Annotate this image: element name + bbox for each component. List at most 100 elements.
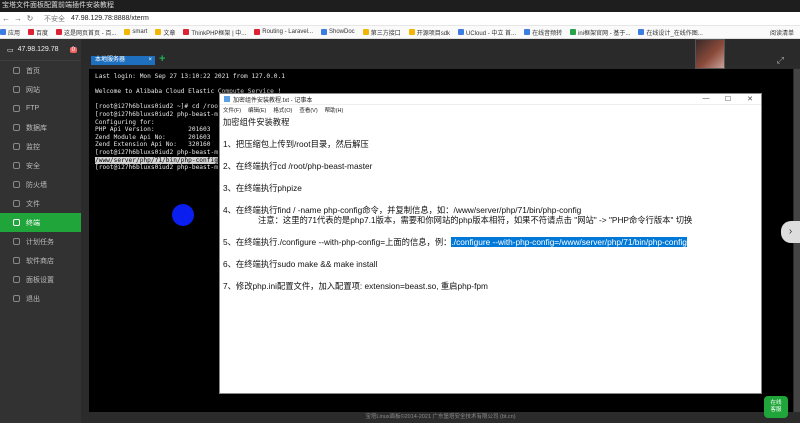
bookmark-showdoc[interactable]: ShowDoc — [321, 29, 355, 35]
menu-edit[interactable]: 编辑(E) — [248, 106, 266, 114]
bookmark-third-party[interactable]: 第三方接口 — [362, 28, 401, 37]
expand-icon[interactable]: ⤢ — [777, 55, 784, 66]
step-5-prefix: 5、在终端执行./configure --with-php-config=上面的… — [223, 237, 452, 247]
step-5: 5、在终端执行./configure --with-php-config=上面的… — [223, 237, 758, 247]
audio-icon — [524, 29, 531, 35]
sidebar-item[interactable]: 软件商店 — [0, 251, 81, 270]
sidebar-item[interactable]: 防火墙 — [0, 175, 81, 194]
sidebar-item-label: FTP — [26, 105, 40, 112]
menu-icon — [13, 276, 20, 283]
sidebar-item[interactable]: 退出 — [0, 289, 81, 308]
cursor-highlight — [172, 204, 194, 226]
folder-icon — [124, 29, 131, 35]
terminal-line: [root@i27h6bluxs0iud2 php-beast-m — [95, 110, 218, 118]
sidebar-item-label: 数据库 — [26, 124, 47, 132]
sidebar-item-label: 首页 — [26, 67, 40, 75]
sidebar-item[interactable]: 网站 — [0, 80, 81, 99]
sidebar-item[interactable]: 文件 — [0, 194, 81, 213]
add-tab-button[interactable]: + — [159, 54, 165, 65]
terminal-line: [root@i27h6bluxs0iud2 ~]# cd /roo — [95, 103, 218, 111]
notepad-titlebar: 加密组件安装教程.txt - 记事本 — ☐ ✕ — [220, 94, 761, 105]
thinkphp-icon — [183, 29, 190, 35]
reading-list[interactable]: 阅读清单 — [770, 28, 794, 37]
minimize-button[interactable]: — — [695, 95, 717, 103]
folder-icon — [155, 29, 162, 35]
bookmark-laravel[interactable]: Routing - Laravel... — [254, 29, 313, 35]
menu-help[interactable]: 帮助(H) — [325, 106, 344, 114]
terminal-line: Configuring for: — [95, 118, 155, 126]
url-field[interactable]: 47.98.129.78:8888/xterm — [71, 15, 149, 22]
terminal-line: [root@i27h6bluxs0iud2 php-beast-m — [95, 148, 218, 156]
notepad-title: 加密组件安装教程.txt - 记事本 — [233, 97, 313, 104]
bookmark-audio[interactable]: 在线音频转 — [524, 28, 562, 37]
bookmark-design[interactable]: 在线设计_在线作图... — [638, 28, 703, 37]
address-bar: ← → ↻ 不安全 47.98.129.78:8888/xterm — [0, 12, 800, 26]
menu-icon — [13, 219, 20, 226]
terminal-line: Zend Module Api No: 201603 — [95, 133, 211, 141]
sidebar-menu: 首页网站 FTP 数据库监控 安全防火墙文件终端计划任务软件商店面板设置退出 — [0, 61, 81, 308]
notification-badge[interactable]: 0 — [69, 46, 77, 53]
step-4: 4、在终端执行find / -name php-config命令，并复制信息，如… — [223, 205, 582, 215]
panel-footer: 宝塔Linux面板©2014-2021 广东堡塔安全技术有限公司 (bt.cn) — [81, 412, 800, 423]
online-service-button[interactable]: 在线 客服 — [764, 396, 788, 418]
menu-view[interactable]: 查看(V) — [299, 106, 317, 114]
close-icon[interactable]: × — [148, 56, 152, 65]
sidebar-item[interactable]: 终端 — [0, 213, 81, 232]
bookmark-ucloud[interactable]: UCloud - 中立 首... — [458, 28, 516, 37]
bookmark-icon — [56, 29, 63, 35]
sidebar-item[interactable]: FTP — [0, 99, 81, 118]
window-title: 宝塔文件面板配置前端插件安装教程 — [0, 0, 800, 12]
step-4-note: 注意：这里的71代表的是php7.1版本，需要和你网站的php版本相符，如果不符… — [258, 215, 693, 225]
menu-icon — [13, 124, 20, 131]
forward-icon[interactable]: → — [12, 12, 24, 26]
baidu-icon — [28, 29, 35, 35]
sidebar-item-label: 终端 — [26, 219, 40, 227]
menu-icon — [13, 238, 20, 245]
folder-icon — [408, 29, 415, 35]
sidebar-item[interactable]: 首页 — [0, 61, 81, 80]
notepad-window[interactable]: 加密组件安装教程.txt - 记事本 — ☐ ✕ 文件(F) 编辑(E) 格式(… — [219, 93, 762, 394]
sidebar-item-label: 防火墙 — [26, 181, 47, 189]
menu-icon — [13, 257, 20, 264]
sidebar-item[interactable]: 数据库 — [0, 118, 81, 137]
service-label-2: 客服 — [770, 407, 782, 413]
step-2: 2、在终端执行cd /root/php-beast-master — [223, 161, 373, 171]
tab-local-server[interactable]: 本地服务器 × — [91, 56, 155, 65]
bookmark-thinkphp[interactable]: ThinkPHP框架 | 中... — [183, 28, 246, 37]
menu-icon — [13, 67, 20, 74]
reload-icon[interactable]: ↻ — [24, 12, 36, 26]
sidebar-item-label: 计划任务 — [26, 238, 54, 246]
bookmarks-bar: 应用 百度 这是网页首页 - 百... smart 文章 ThinkPHP框架 … — [0, 26, 800, 39]
bookmark-opensource[interactable]: 开源项目sdk — [408, 28, 450, 37]
sidebar-item[interactable]: 安全 — [0, 156, 81, 175]
bookmark-apps[interactable]: 应用 — [0, 28, 20, 37]
server-ip: 47.98.129.78 — [17, 46, 59, 53]
sidebar-item[interactable]: 监控 — [0, 137, 81, 156]
monitor-icon: ▭ — [7, 46, 14, 54]
bookmark-ini[interactable]: ini框架官网 - 基于... — [570, 28, 630, 37]
notepad-text[interactable]: 加密组件安装教程 1、把压缩包上传到/root目录，然后解压 2、在终端执行cd… — [220, 115, 761, 293]
panel-sidebar: ▭ 47.98.129.78 0 首页网站 FTP 数据库监控 安全防火墙文件终端计划… — [0, 39, 81, 423]
security-label[interactable]: 不安全 — [44, 14, 65, 24]
sidebar-item[interactable]: 面板设置 — [0, 270, 81, 289]
bookmark-articles[interactable]: 文章 — [155, 28, 175, 37]
window-controls: — ☐ ✕ — [695, 95, 761, 103]
close-button[interactable]: ✕ — [739, 95, 761, 103]
sidebar-item[interactable]: 计划任务 — [0, 232, 81, 251]
step-6: 6、在终端执行sudo make && make install — [223, 259, 378, 269]
back-icon[interactable]: ← — [0, 12, 12, 26]
selected-text[interactable]: ./configure --with-php-config=/www/serve… — [451, 237, 687, 247]
menu-icon — [13, 200, 20, 207]
doc-heading: 加密组件安装教程 — [223, 117, 290, 127]
laravel-icon — [254, 29, 261, 35]
bookmark-home[interactable]: 这是网页首页 - 百... — [56, 28, 116, 37]
sidebar-item-label: 面板设置 — [26, 276, 54, 284]
server-header: ▭ 47.98.129.78 0 — [0, 39, 81, 61]
maximize-button[interactable]: ☐ — [717, 95, 739, 103]
bookmark-smart[interactable]: smart — [124, 29, 147, 35]
bookmark-baidu[interactable]: 百度 — [28, 28, 48, 37]
chevron-right-icon[interactable]: › — [781, 221, 800, 243]
menu-file[interactable]: 文件(F) — [223, 106, 241, 114]
menu-format[interactable]: 格式(O) — [273, 106, 292, 114]
tab-label: 本地服务器 — [95, 57, 126, 63]
